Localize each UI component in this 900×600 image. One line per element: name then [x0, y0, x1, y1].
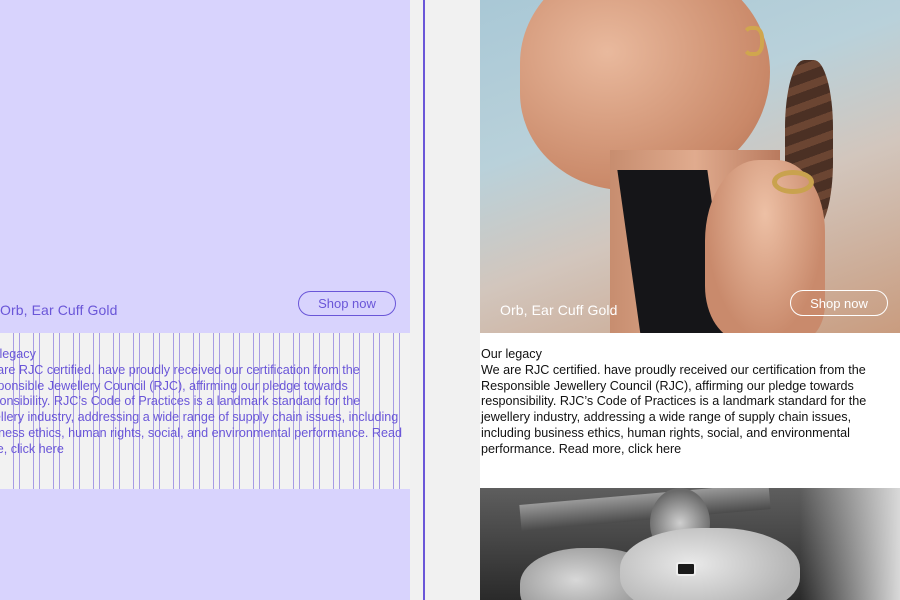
overlay-legacy-text: Our legacy We are RJC certified. have pr… — [0, 347, 405, 458]
legacy-paragraph: We are RJC certified. have proudly recei… — [481, 363, 900, 458]
legacy-section: Our legacy We are RJC certified. have pr… — [480, 333, 900, 488]
product-caption: Orb, Ear Cuff Gold — [500, 302, 618, 318]
craftsmanship-image — [480, 488, 900, 600]
design-overlay-panel: Orb, Ear Cuff Gold Shop now Our legacy W… — [0, 0, 410, 600]
shop-now-button[interactable]: Shop now — [790, 290, 888, 316]
ring-jewel — [772, 170, 814, 194]
legacy-heading: Our legacy — [481, 347, 542, 361]
overlay-product-caption: Orb, Ear Cuff Gold — [0, 302, 118, 318]
overlay-legacy-body: We are RJC certified. have proudly recei… — [0, 362, 399, 440]
screen: Orb, Ear Cuff Gold Shop now Our legacy W… — [0, 0, 900, 600]
overlay-shop-now-button[interactable]: Shop now — [298, 291, 396, 316]
hero-image: Orb, Ear Cuff Gold Shop now — [480, 0, 900, 333]
ear-cuff-jewel — [742, 26, 764, 56]
guide-line — [423, 0, 425, 600]
read-more-link[interactable]: Read more, click here — [559, 442, 682, 456]
overlay-legacy-heading: Our legacy — [0, 347, 36, 361]
